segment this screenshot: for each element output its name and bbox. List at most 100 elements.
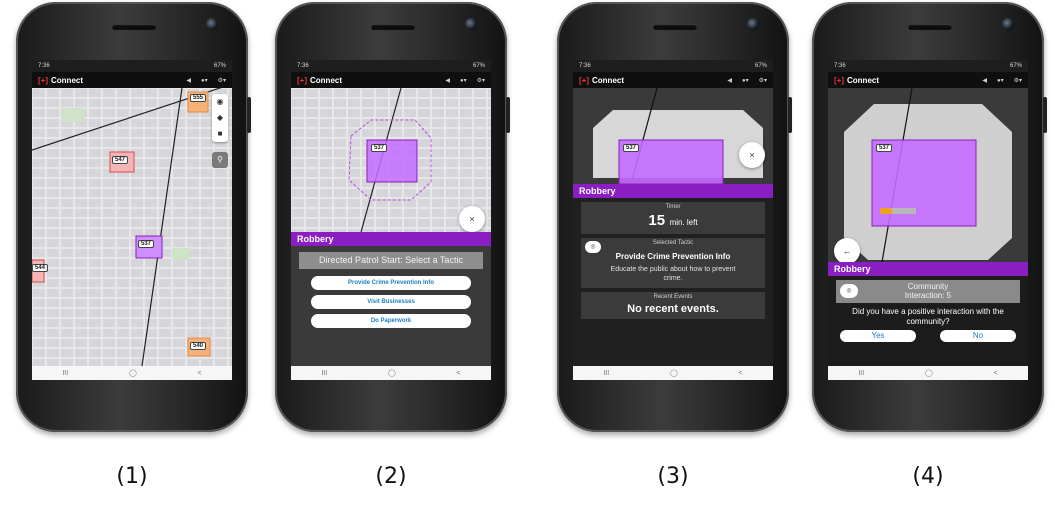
app-title: Connect xyxy=(847,75,879,85)
pin-icon[interactable]: ⚲ xyxy=(212,152,228,168)
logo-icon: [+] xyxy=(579,75,589,85)
tactic-option-button[interactable]: Visit Businesses xyxy=(311,295,471,309)
timer-value: 15 xyxy=(648,212,666,229)
map-canvas xyxy=(32,88,232,366)
status-dropdown-icon[interactable]: ●▾ xyxy=(997,77,1004,84)
phone-2: 7:36 67% [+] Connect ◀ ●▾ ⚙▾ 537 × Robbe… xyxy=(275,2,510,432)
beat-label: 540 xyxy=(190,342,207,350)
home-icon[interactable]: ◯ xyxy=(925,369,933,377)
phone-1: 7:36 67% [+] Connect ◀ ●▾ ⚙▾ 555 547 537… xyxy=(16,2,251,432)
city-map[interactable]: 537 × xyxy=(291,88,491,232)
status-battery: 67% xyxy=(213,63,226,69)
selected-tactic-label: Selected Tactic xyxy=(652,240,694,246)
app-title: Connect xyxy=(310,75,342,85)
community-toggle-icon[interactable]: ◎ xyxy=(840,284,858,298)
tag-icon[interactable]: ◆ xyxy=(212,110,228,126)
app-bar: [+] Connect ◀ ●▾ ⚙▾ xyxy=(573,72,773,88)
android-nav-bar: III ◯ < xyxy=(291,366,491,380)
speaker-icon[interactable]: ◀ xyxy=(982,77,987,84)
phone-speaker xyxy=(112,24,156,30)
back-icon[interactable]: < xyxy=(198,370,202,377)
back-arrow-button[interactable]: ← xyxy=(834,238,860,262)
back-icon[interactable]: < xyxy=(739,370,743,377)
recent-events-value: No recent events. xyxy=(627,303,719,315)
app-bar: [+] Connect ◀ ●▾ ⚙▾ xyxy=(828,72,1028,88)
map-canvas xyxy=(828,88,1028,262)
beat-label: 537 xyxy=(371,144,388,152)
selected-tactic-name: Provide Crime Prevention Info xyxy=(615,252,731,261)
status-bar: 7:36 67% xyxy=(291,60,491,72)
map-canvas xyxy=(573,88,773,184)
status-bar: 7:36 67% xyxy=(828,60,1028,72)
community-card: ◎ Community Interaction: 5 xyxy=(836,280,1020,303)
community-panel: ◎ Community Interaction: 5 Did you have … xyxy=(828,276,1028,366)
figure-label: (2) xyxy=(375,464,407,489)
progress-segment xyxy=(904,208,916,214)
back-icon[interactable]: < xyxy=(994,370,998,377)
phone-speaker xyxy=(653,24,697,30)
phone-camera xyxy=(465,18,477,30)
recent-apps-icon[interactable]: III xyxy=(858,370,864,377)
status-dropdown-icon[interactable]: ●▾ xyxy=(460,77,467,84)
close-button[interactable]: × xyxy=(739,142,765,168)
status-time: 7:36 xyxy=(834,63,846,69)
status-dropdown-icon[interactable]: ●▾ xyxy=(742,77,749,84)
progress-segment xyxy=(880,208,892,214)
phone-side-button xyxy=(1043,97,1047,133)
beat-label: 537 xyxy=(876,144,893,152)
settings-dropdown-icon[interactable]: ⚙▾ xyxy=(1014,77,1022,84)
no-button[interactable]: No xyxy=(940,330,1016,342)
settings-dropdown-icon[interactable]: ⚙▾ xyxy=(218,77,226,84)
tactic-toggle-icon[interactable]: ◎ xyxy=(585,241,601,253)
settings-dropdown-icon[interactable]: ⚙▾ xyxy=(477,77,485,84)
city-map[interactable]: 537 × xyxy=(573,88,773,184)
speaker-icon[interactable]: ◀ xyxy=(445,77,450,84)
tactic-prompt: Directed Patrol Start: Select a Tactic xyxy=(299,252,483,269)
close-button[interactable]: × xyxy=(459,206,485,232)
layers-icon[interactable]: ◉ xyxy=(212,94,228,110)
screen-3: 7:36 67% [+] Connect ◀ ●▾ ⚙▾ 537 × Robbe… xyxy=(573,60,773,380)
speaker-icon[interactable]: ◀ xyxy=(186,77,191,84)
park-area xyxy=(172,248,190,260)
figure-label: (4) xyxy=(912,464,944,489)
app-title: Connect xyxy=(592,75,624,85)
phone-side-button xyxy=(788,97,792,133)
status-time: 7:36 xyxy=(297,63,309,69)
phone-camera xyxy=(747,18,759,30)
beat-label: 547 xyxy=(112,156,129,164)
patrol-status-panel: Timer 15 min. left ◎ Selected Tactic Pro… xyxy=(573,198,773,366)
city-map[interactable]: 537 ← xyxy=(828,88,1028,262)
timer-unit: min. left xyxy=(669,218,698,227)
recent-apps-icon[interactable]: III xyxy=(321,370,327,377)
status-time: 7:36 xyxy=(38,63,50,69)
back-icon[interactable]: < xyxy=(457,370,461,377)
map-toolbar: ◉ ◆ ■ xyxy=(212,94,228,142)
home-icon[interactable]: ◯ xyxy=(129,369,137,377)
status-dropdown-icon[interactable]: ●▾ xyxy=(201,77,208,84)
android-nav-bar: III ◯ < xyxy=(32,366,232,380)
android-nav-bar: III ◯ < xyxy=(828,366,1028,380)
figure-label: (1) xyxy=(116,464,148,489)
tactic-option-button[interactable]: Provide Crime Prevention Info xyxy=(311,276,471,290)
recent-apps-icon[interactable]: III xyxy=(62,370,68,377)
selected-tactic-card: ◎ Selected Tactic Provide Crime Preventi… xyxy=(581,238,765,288)
phone-3: 7:36 67% [+] Connect ◀ ●▾ ⚙▾ 537 × Robbe… xyxy=(557,2,792,432)
screen-2: 7:36 67% [+] Connect ◀ ●▾ ⚙▾ 537 × Robbe… xyxy=(291,60,491,380)
home-icon[interactable]: ◯ xyxy=(670,369,678,377)
phone-camera xyxy=(206,18,218,30)
settings-dropdown-icon[interactable]: ⚙▾ xyxy=(759,77,767,84)
beat-label: 537 xyxy=(623,144,640,152)
speaker-icon[interactable]: ◀ xyxy=(727,77,732,84)
recent-apps-icon[interactable]: III xyxy=(603,370,609,377)
tactic-option-button[interactable]: Do Paperwork xyxy=(311,314,471,328)
list-icon[interactable]: ■ xyxy=(212,126,228,142)
home-icon[interactable]: ◯ xyxy=(388,369,396,377)
recent-events-card: Recent Events No recent events. xyxy=(581,292,765,319)
city-map[interactable]: 555 547 537 544 540 ◉ ◆ ■ ⚲ xyxy=(32,88,232,366)
progress-segment xyxy=(892,208,904,214)
yes-button[interactable]: Yes xyxy=(840,330,916,342)
beat-label: 537 xyxy=(138,240,155,248)
status-time: 7:36 xyxy=(579,63,591,69)
incident-banner: Robbery xyxy=(573,184,773,198)
logo-icon: [+] xyxy=(38,75,48,85)
